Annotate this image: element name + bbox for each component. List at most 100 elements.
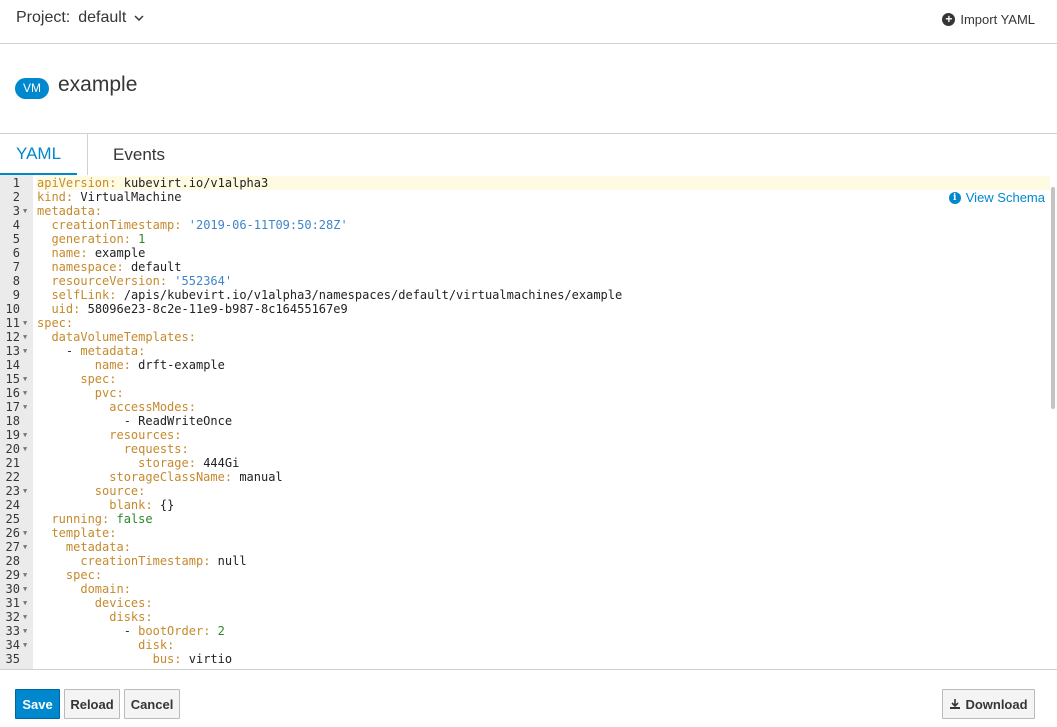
code-line[interactable]: 29 ▼ spec: — [0, 568, 1050, 582]
save-button[interactable]: Save — [15, 689, 60, 719]
code-text[interactable]: apiVersion: kubevirt.io/v1alpha3 — [37, 176, 1050, 190]
tab-events[interactable]: Events — [97, 134, 181, 176]
yaml-editor[interactable]: 1 apiVersion: kubevirt.io/v1alpha3 2 kind: … — [0, 175, 1057, 670]
code-line[interactable]: 30 ▼ domain: — [0, 582, 1050, 596]
code-line[interactable]: 32 ▼ disks: — [0, 610, 1050, 624]
code-text[interactable]: resources: — [37, 428, 1050, 442]
code-line[interactable]: 26 ▼ template: — [0, 526, 1050, 540]
code-text[interactable]: name: drft-example — [37, 358, 1050, 372]
code-line[interactable]: 28 creationTimestamp: null — [0, 554, 1050, 568]
code-line[interactable]: 34 ▼ disk: — [0, 638, 1050, 652]
code-text[interactable]: spec: — [37, 316, 1050, 330]
fold-caret-icon[interactable]: ▼ — [23, 204, 27, 218]
code-line[interactable]: 12 ▼ dataVolumeTemplates: — [0, 330, 1050, 344]
code-line[interactable]: 18 - ReadWriteOnce — [0, 414, 1050, 428]
code-line[interactable]: 23 ▼ source: — [0, 484, 1050, 498]
project-value[interactable]: default — [78, 8, 126, 28]
code-text[interactable]: storage: 444Gi — [37, 456, 1050, 470]
code-line[interactable]: 10 uid: 58096e23-8c2e-11e9-b987-8c164551… — [0, 302, 1050, 316]
code-line[interactable]: 33 ▼ - bootOrder: 2 — [0, 624, 1050, 638]
code-line[interactable]: 5 generation: 1 — [0, 232, 1050, 246]
fold-caret-icon[interactable]: ▼ — [23, 428, 27, 442]
download-button[interactable]: Download — [942, 689, 1035, 719]
code-line[interactable]: 11 ▼ spec: — [0, 316, 1050, 330]
code-line[interactable]: 17 ▼ accessModes: — [0, 400, 1050, 414]
code-text[interactable]: bus: virtio — [37, 652, 1050, 666]
fold-caret-icon[interactable]: ▼ — [23, 386, 27, 400]
code-line[interactable]: 15 ▼ spec: — [0, 372, 1050, 386]
code-text[interactable]: storageClassName: manual — [37, 470, 1050, 484]
code-line[interactable]: 19 ▼ resources: — [0, 428, 1050, 442]
tab-yaml[interactable]: YAML — [0, 134, 78, 176]
import-yaml-button[interactable]: + Import YAML — [942, 12, 1035, 27]
code-text[interactable]: accessModes: — [37, 400, 1050, 414]
code-text[interactable]: template: — [37, 526, 1050, 540]
code-text[interactable]: source: — [37, 484, 1050, 498]
code-text[interactable]: domain: — [37, 582, 1050, 596]
code-line[interactable]: 22 storageClassName: manual — [0, 470, 1050, 484]
code-text[interactable]: creationTimestamp: '2019-06-11T09:50:28Z… — [37, 218, 1050, 232]
code-text[interactable]: blank: {} — [37, 498, 1050, 512]
code-text[interactable]: kind: VirtualMachine — [37, 190, 1050, 204]
code-text[interactable]: requests: — [37, 442, 1050, 456]
code-text[interactable]: uid: 58096e23-8c2e-11e9-b987-8c16455167e… — [37, 302, 1050, 316]
fold-caret-icon[interactable]: ▼ — [23, 316, 27, 330]
scroll-thumb[interactable] — [1051, 187, 1055, 409]
chevron-down-icon[interactable] — [134, 13, 144, 23]
code-text[interactable]: disks: — [37, 610, 1050, 624]
code-line[interactable]: 21 storage: 444Gi — [0, 456, 1050, 470]
code-text[interactable]: spec: — [37, 568, 1050, 582]
code-line[interactable]: 25 running: false — [0, 512, 1050, 526]
code-line[interactable]: 20 ▼ requests: — [0, 442, 1050, 456]
fold-caret-icon[interactable]: ▼ — [23, 442, 27, 456]
code-text[interactable]: metadata: — [37, 540, 1050, 554]
fold-caret-icon[interactable]: ▼ — [23, 330, 27, 344]
view-schema-link[interactable]: i View Schema — [948, 190, 1045, 205]
fold-caret-icon[interactable]: ▼ — [23, 638, 27, 652]
editor-scrollbar[interactable] — [1049, 175, 1057, 669]
project-selector[interactable]: Project: default — [16, 8, 144, 28]
cancel-button[interactable]: Cancel — [124, 689, 180, 719]
fold-caret-icon[interactable]: ▼ — [23, 540, 27, 554]
code-text[interactable]: - ReadWriteOnce — [37, 414, 1050, 428]
code-line[interactable]: 31 ▼ devices: — [0, 596, 1050, 610]
code-text[interactable]: - metadata: — [37, 344, 1050, 358]
code-line[interactable]: 4 creationTimestamp: '2019-06-11T09:50:2… — [0, 218, 1050, 232]
code-line[interactable]: 6 name: example — [0, 246, 1050, 260]
reload-button[interactable]: Reload — [64, 689, 120, 719]
code-text[interactable]: creationTimestamp: null — [37, 554, 1050, 568]
fold-caret-icon[interactable]: ▼ — [23, 568, 27, 582]
fold-caret-icon[interactable]: ▼ — [23, 372, 27, 386]
code-line[interactable]: 2 kind: VirtualMachine — [0, 190, 1050, 204]
code-text[interactable]: devices: — [37, 596, 1050, 610]
code-line[interactable]: 24 blank: {} — [0, 498, 1050, 512]
code-line[interactable]: 14 name: drft-example — [0, 358, 1050, 372]
code-text[interactable]: name: example — [37, 246, 1050, 260]
fold-caret-icon[interactable]: ▼ — [23, 624, 27, 638]
code-line[interactable]: 9 selfLink: /apis/kubevirt.io/v1alpha3/n… — [0, 288, 1050, 302]
code-lines[interactable]: 1 apiVersion: kubevirt.io/v1alpha3 2 kind: … — [0, 176, 1050, 666]
code-text[interactable]: namespace: default — [37, 260, 1050, 274]
code-line[interactable]: 8 resourceVersion: '552364' — [0, 274, 1050, 288]
code-text[interactable]: running: false — [37, 512, 1050, 526]
fold-caret-icon[interactable]: ▼ — [23, 484, 27, 498]
code-line[interactable]: 3 ▼ metadata: — [0, 204, 1050, 218]
fold-caret-icon[interactable]: ▼ — [23, 344, 27, 358]
code-text[interactable]: generation: 1 — [37, 232, 1050, 246]
code-line[interactable]: 16 ▼ pvc: — [0, 386, 1050, 400]
fold-caret-icon[interactable]: ▼ — [23, 582, 27, 596]
fold-caret-icon[interactable]: ▼ — [23, 596, 27, 610]
code-text[interactable]: dataVolumeTemplates: — [37, 330, 1050, 344]
code-line[interactable]: 35 bus: virtio — [0, 652, 1050, 666]
code-text[interactable]: spec: — [37, 372, 1050, 386]
code-text[interactable]: resourceVersion: '552364' — [37, 274, 1050, 288]
code-text[interactable]: pvc: — [37, 386, 1050, 400]
code-text[interactable]: disk: — [37, 638, 1050, 652]
code-text[interactable]: metadata: — [37, 204, 1050, 218]
fold-caret-icon[interactable]: ▼ — [23, 400, 27, 414]
code-text[interactable]: selfLink: /apis/kubevirt.io/v1alpha3/nam… — [37, 288, 1050, 302]
code-line[interactable]: 7 namespace: default — [0, 260, 1050, 274]
fold-caret-icon[interactable]: ▼ — [23, 610, 27, 624]
fold-caret-icon[interactable]: ▼ — [23, 526, 27, 540]
code-line[interactable]: 1 apiVersion: kubevirt.io/v1alpha3 — [0, 176, 1050, 190]
